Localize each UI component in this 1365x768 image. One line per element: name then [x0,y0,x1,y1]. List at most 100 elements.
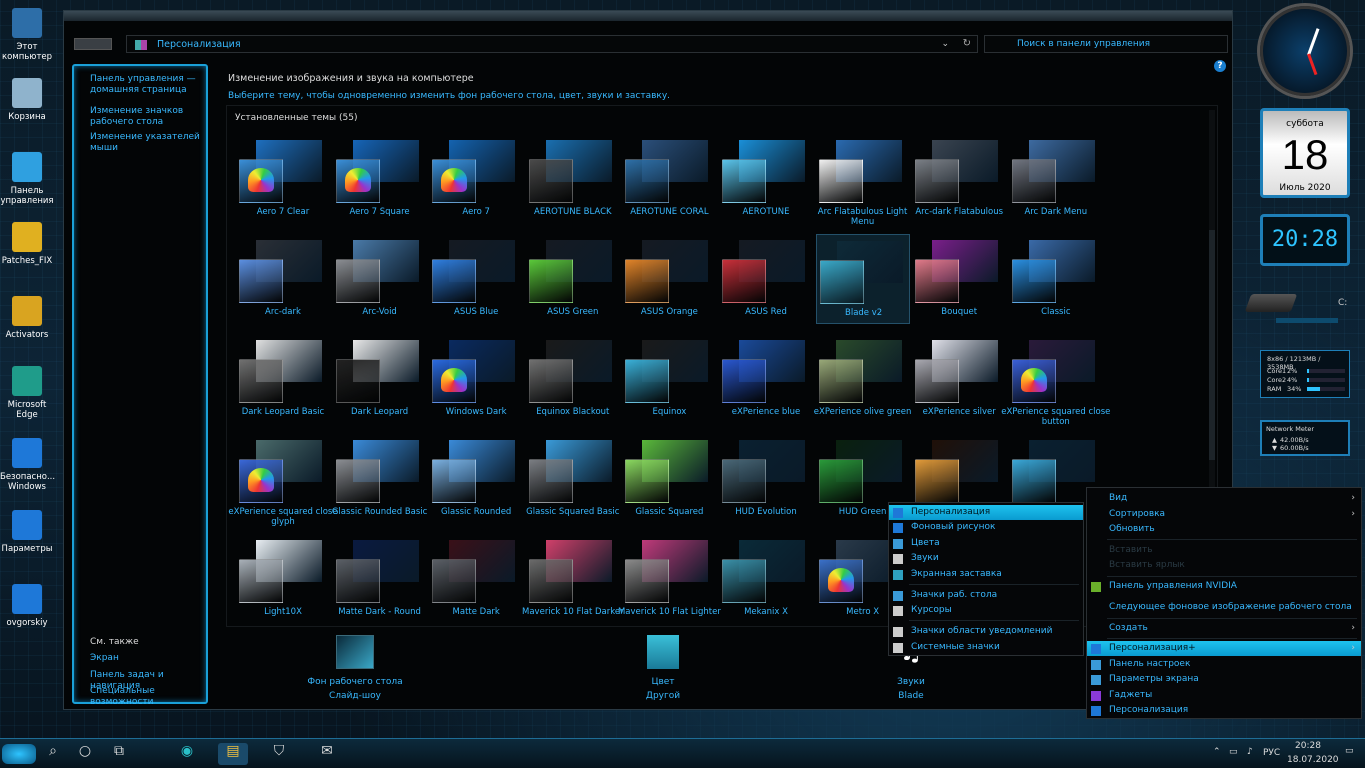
theme-tile[interactable]: Glassic Squared Basic [526,434,620,524]
sidebar-link-mouse-pointers[interactable]: Изменение указателей мыши [90,132,208,154]
menu-item[interactable]: Вид › [1087,491,1361,506]
see-also-display[interactable]: Экран [90,653,208,664]
desktop-icon[interactable]: Параметры [0,510,54,554]
back-forward-buttons[interactable] [74,38,112,50]
menu-item[interactable]: Следующее фоновое изображение рабочего с… [1087,600,1361,615]
color-setting[interactable]: Цвет Другой [608,635,718,703]
drive-gadget[interactable]: C: [1244,290,1348,330]
theme-tile[interactable]: AEROTUNE [719,134,813,224]
theme-tile[interactable]: AEROTUNE BLACK [526,134,620,224]
help-icon[interactable]: ? [1214,60,1226,72]
theme-tile[interactable]: AEROTUNE CORAL [622,134,716,224]
sidebar-link-home[interactable]: Панель управления — домашняя страница [90,74,208,96]
theme-tile[interactable]: HUD Evolution [719,434,813,524]
theme-tile[interactable]: eXPerience squared close button [1001,334,1110,427]
refresh-icon[interactable]: ↻ [963,38,971,49]
volume-icon[interactable]: ♪ [1247,747,1253,757]
edge-icon[interactable]: ◉ [172,743,202,765]
menu-item[interactable]: Экранная заставка [889,567,1083,582]
theme-tile[interactable]: eXPerience squared close glyph [228,434,338,527]
tray-date[interactable]: 18.07.2020 [1287,755,1339,765]
desktop-icon[interactable]: Этот компьютер [0,8,54,62]
theme-tile[interactable]: Classic [1009,234,1103,324]
theme-tile[interactable]: ASUS Red [719,234,813,324]
theme-tile[interactable]: Arc-dark [236,234,330,324]
theme-tile[interactable]: Matte Dark - Round [333,534,427,624]
chevron-down-icon[interactable]: ⌄ [941,39,949,49]
menu-item[interactable]: Цвета [889,536,1083,551]
theme-tile[interactable]: Glassic Squared [622,434,716,524]
sidebar-link-desktop-icons[interactable]: Изменение значков рабочего стола [90,106,208,128]
language-indicator[interactable]: РУС [1263,748,1280,758]
task-view-icon[interactable]: ⧉ [104,743,134,765]
network-meter-gadget[interactable]: Network Meter ▲ 42.00B/s ▼ 60.00B/s [1260,420,1350,456]
theme-tile[interactable]: Maverick 10 Flat Lighter [618,534,721,624]
theme-tile[interactable]: Arc-dark Flatabulous [912,134,1006,224]
menu-item[interactable]: Персонализация [1087,703,1361,718]
desktop-icon[interactable]: ovgorskiy [0,584,54,628]
theme-tile[interactable]: Aero 7 Square [333,134,427,224]
theme-tile[interactable]: Aero 7 Clear [236,134,330,224]
theme-tile[interactable]: Aero 7 [429,134,523,224]
start-button[interactable] [2,744,36,764]
search-icon[interactable]: ⌕ [38,743,68,765]
breadcrumb[interactable]: Персонализация [157,39,241,50]
theme-tile[interactable]: Mekanix X [719,534,813,624]
theme-tile[interactable]: ASUS Orange [622,234,716,324]
mail-icon[interactable]: ✉ [312,743,342,765]
menu-item[interactable]: Звуки [889,551,1083,566]
theme-tile[interactable]: Glassic Rounded [429,434,523,524]
desktop-icon[interactable]: Microsoft Edge [0,366,54,420]
analog-clock-gadget[interactable] [1260,6,1350,96]
desktop-icon[interactable]: Корзина [0,78,54,122]
theme-tile[interactable]: Windows Dark [429,334,523,424]
system-monitor-gadget[interactable]: 8x86 / 1213MB / 3538MB Core1 2% Core2 4%… [1260,350,1350,398]
desktop-background-setting[interactable]: Фон рабочего стола Слайд-шоу [300,635,410,703]
menu-item[interactable]: Панель управления NVIDIA [1087,579,1361,594]
desktop-icon[interactable]: Панель управления [0,152,54,206]
menu-item[interactable]: Фоновый рисунок [889,520,1083,535]
theme-tile[interactable]: eXPerience olive green [814,334,911,424]
menu-item[interactable]: Персонализация+ › [1087,641,1361,656]
theme-tile[interactable]: ASUS Blue [429,234,523,324]
store-icon[interactable]: ⛉ [264,743,294,765]
tray-arrow-icon[interactable]: ⌃ [1213,747,1221,757]
notification-icon[interactable]: ▭ [1345,746,1354,756]
desktop-icon[interactable]: Безопасно... Windows [0,438,55,492]
menu-item[interactable]: Панель настроек [1087,657,1361,672]
menu-item[interactable]: Параметры экрана [1087,672,1361,687]
desktop-icon[interactable]: Patches_FIX [0,222,54,266]
theme-tile[interactable]: eXPerience silver [912,334,1006,424]
window-titlebar[interactable] [64,11,1232,21]
theme-tile[interactable]: Dark Leopard [333,334,427,424]
menu-item[interactable]: Курсоры [889,603,1083,618]
theme-tile[interactable]: Matte Dark [429,534,523,624]
network-icon[interactable]: ▭ [1229,747,1238,757]
theme-tile[interactable]: Blade v2 [815,234,910,324]
menu-item[interactable]: Системные значки [889,640,1083,655]
see-also-accessibility[interactable]: Специальные возможности [90,686,208,708]
theme-tile[interactable]: eXPerience blue [719,334,813,424]
menu-item[interactable]: Сортировка › [1087,507,1361,522]
menu-item[interactable]: Значки раб. стола [889,588,1083,603]
menu-item[interactable]: Гаджеты [1087,688,1361,703]
theme-tile[interactable]: Arc-Void [333,234,427,324]
theme-tile[interactable]: Light10X [236,534,330,624]
menu-item[interactable]: Обновить [1087,522,1361,537]
scrollbar-thumb[interactable] [1209,230,1215,460]
theme-tile[interactable]: Maverick 10 Flat Darker [522,534,624,624]
cortana-icon[interactable]: ○ [70,743,100,765]
menu-item[interactable]: Персонализация [889,505,1083,520]
digital-clock-gadget[interactable]: 20:28 [1260,214,1350,266]
theme-tile[interactable]: Arc Flatabulous Light Menu [816,134,910,227]
address-box[interactable]: Персонализация ⌄ ↻ [126,35,978,53]
search-input[interactable]: Поиск в панели управления [984,35,1228,53]
theme-tile[interactable]: Equinox Blackout [526,334,620,424]
theme-tile[interactable]: Glassic Rounded Basic [332,434,427,524]
tray-time[interactable]: 20:28 [1295,741,1321,751]
calendar-gadget[interactable]: суббота 18 Июль 2020 [1260,108,1350,198]
theme-tile[interactable]: Arc Dark Menu [1009,134,1103,224]
desktop-icon[interactable]: Activators [0,296,54,340]
file-explorer-icon[interactable]: ▤ [218,743,248,765]
theme-tile[interactable]: ASUS Green [526,234,620,324]
